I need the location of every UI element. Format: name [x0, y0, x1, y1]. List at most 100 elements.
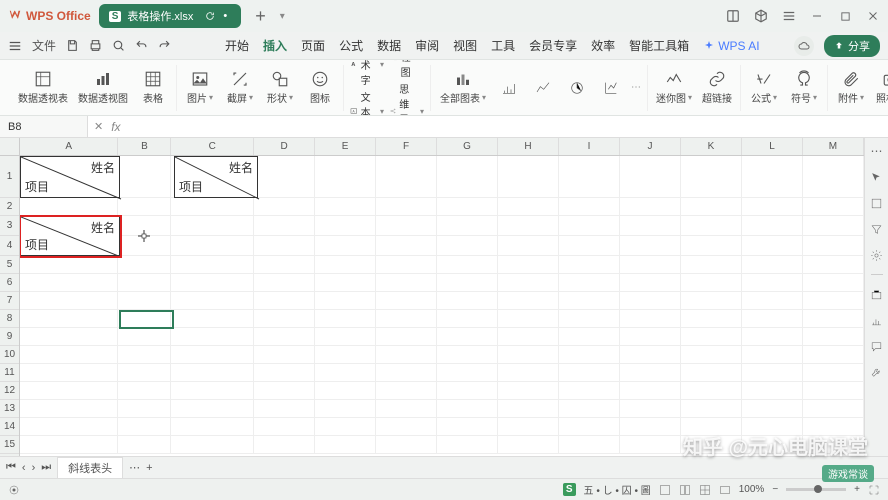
cell[interactable] [742, 216, 803, 236]
cell[interactable] [559, 328, 620, 346]
cell[interactable] [681, 216, 742, 236]
name-box[interactable]: B8 [0, 116, 88, 137]
cell[interactable] [559, 236, 620, 256]
cell[interactable] [681, 418, 742, 436]
row-header[interactable]: 6 [0, 274, 19, 292]
cell[interactable] [742, 436, 803, 454]
cell[interactable] [498, 292, 559, 310]
document-tab[interactable]: S 表格操作.xlsx • [99, 4, 242, 28]
close-button[interactable] [866, 9, 880, 23]
cell[interactable] [315, 328, 376, 346]
menu-icon[interactable] [782, 9, 796, 23]
row-header[interactable]: 4 [0, 236, 19, 256]
view-break-icon[interactable] [699, 484, 711, 496]
cell[interactable] [803, 256, 864, 274]
cell[interactable] [620, 346, 681, 364]
cell[interactable] [803, 400, 864, 418]
ribbon-attachment[interactable]: 附件▾ [834, 68, 868, 107]
sb-select-icon[interactable] [870, 170, 884, 184]
cell[interactable] [742, 292, 803, 310]
cell[interactable] [498, 436, 559, 454]
cell[interactable] [559, 346, 620, 364]
cell[interactable] [803, 216, 864, 236]
view-page-icon[interactable] [679, 484, 691, 496]
cell[interactable] [620, 364, 681, 382]
cell[interactable] [620, 274, 681, 292]
ribbon-wordart[interactable]: A艺术字▾ [350, 60, 384, 87]
cell[interactable] [681, 256, 742, 274]
cell[interactable] [803, 436, 864, 454]
cell[interactable] [559, 310, 620, 328]
cell[interactable] [498, 346, 559, 364]
cell[interactable] [498, 236, 559, 256]
ribbon-camera[interactable]: 照相机 [874, 68, 888, 107]
cell[interactable] [498, 216, 559, 236]
menu-tab-insert[interactable]: 插入 [263, 37, 287, 54]
sheet-tab[interactable]: 斜线表头 [57, 457, 123, 478]
ribbon-chart-more[interactable]: ⋯ [631, 82, 641, 93]
sb-comment-icon[interactable] [870, 339, 884, 353]
cell[interactable] [742, 236, 803, 256]
sheet-nav-first[interactable]: ⏮ [6, 461, 16, 474]
cell[interactable] [437, 364, 498, 382]
row-header[interactable]: 9 [0, 328, 19, 346]
cell[interactable] [803, 236, 864, 256]
cell[interactable] [498, 400, 559, 418]
row-header[interactable]: 11 [0, 364, 19, 382]
ribbon-table[interactable]: 表格 [136, 68, 170, 107]
zoom-out-icon[interactable]: − [772, 484, 778, 495]
hamburger-icon[interactable] [8, 39, 22, 53]
cell[interactable] [315, 400, 376, 418]
cell[interactable] [742, 310, 803, 328]
cell[interactable] [315, 364, 376, 382]
cell[interactable] [803, 310, 864, 328]
col-header[interactable]: H [498, 138, 559, 155]
ribbon-textbox[interactable]: A文本框▾ [350, 89, 384, 117]
cell[interactable] [498, 382, 559, 400]
cell[interactable] [559, 382, 620, 400]
cell[interactable] [315, 436, 376, 454]
cell[interactable] [742, 156, 803, 198]
cell[interactable] [620, 418, 681, 436]
cell[interactable] [742, 346, 803, 364]
ribbon-picture[interactable]: 图片▾ [183, 68, 217, 107]
cell[interactable] [20, 418, 118, 436]
cloud-button[interactable] [794, 36, 814, 56]
sheet-nav-next[interactable]: › [32, 462, 36, 474]
ribbon-equation[interactable]: 公式▾ [747, 68, 781, 107]
cell[interactable] [376, 346, 437, 364]
fx-label[interactable]: fx [111, 120, 120, 134]
row-header[interactable]: 3 [0, 216, 19, 236]
cell[interactable] [620, 292, 681, 310]
cell[interactable] [559, 198, 620, 216]
cell[interactable] [498, 364, 559, 382]
cell[interactable] [20, 400, 118, 418]
cell[interactable] [171, 382, 254, 400]
menu-tab-page[interactable]: 页面 [301, 37, 325, 54]
cell[interactable] [742, 328, 803, 346]
col-header[interactable]: J [620, 138, 681, 155]
menu-tab-ai[interactable]: WPS AI [703, 39, 759, 53]
menu-tab-efficiency[interactable]: 效率 [591, 37, 615, 54]
cube-icon[interactable] [754, 9, 768, 23]
sb-backup-icon[interactable] [870, 287, 884, 301]
preview-icon[interactable] [112, 39, 125, 52]
cell[interactable] [437, 328, 498, 346]
cell[interactable] [681, 328, 742, 346]
cell[interactable] [681, 236, 742, 256]
cell[interactable] [803, 346, 864, 364]
redo-icon[interactable] [158, 39, 171, 52]
cell[interactable] [376, 400, 437, 418]
cell[interactable] [118, 382, 171, 400]
tab-refresh-icon[interactable] [203, 9, 217, 23]
cell[interactable] [254, 418, 315, 436]
row-header[interactable]: 8 [0, 310, 19, 328]
cell[interactable] [803, 382, 864, 400]
cell[interactable] [803, 328, 864, 346]
cell[interactable] [620, 236, 681, 256]
col-header[interactable]: F [376, 138, 437, 155]
cell[interactable] [620, 156, 681, 198]
sb-settings-icon[interactable] [870, 248, 884, 262]
maximize-button[interactable] [838, 9, 852, 23]
fullscreen-icon[interactable] [868, 484, 880, 496]
